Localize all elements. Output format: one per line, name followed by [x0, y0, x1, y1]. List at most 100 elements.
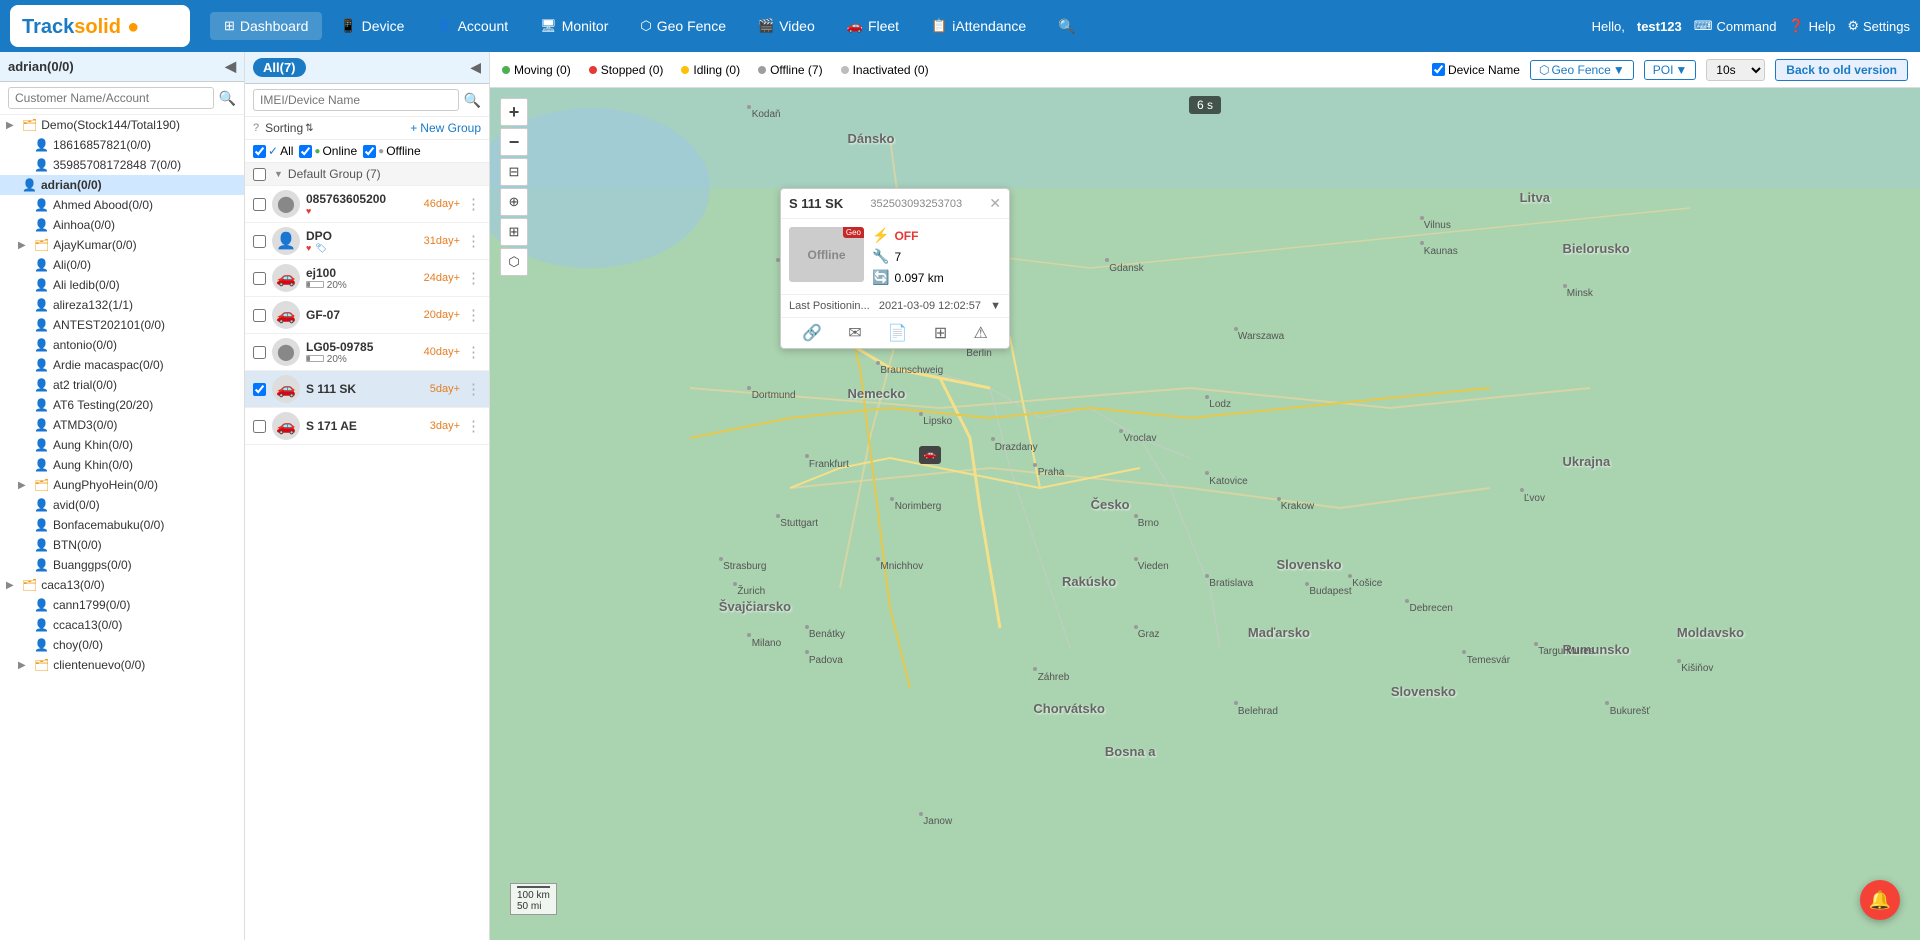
- tree-item-17[interactable]: 👤Aung Khin(0/0): [0, 455, 244, 475]
- left-panel-collapse-btn[interactable]: ◀: [225, 58, 236, 75]
- popup-grid-btn[interactable]: ⊞: [934, 323, 947, 343]
- tree-item-20[interactable]: 👤Bonfacemabuku(0/0): [0, 515, 244, 535]
- status-moving[interactable]: Moving (0): [502, 63, 571, 77]
- nav-iattendance[interactable]: 📋 iAttendance: [917, 12, 1040, 40]
- filter-online-checkbox[interactable]: ● Online: [299, 144, 357, 158]
- popup-close-btn[interactable]: ✕: [989, 195, 1001, 212]
- device-more-btn-dev1[interactable]: ⋮: [466, 195, 481, 213]
- tree-item-5[interactable]: 👤Ainhoa(0/0): [0, 215, 244, 235]
- group-checkbox[interactable]: [253, 168, 266, 181]
- device-more-btn-dev5[interactable]: ⋮: [466, 343, 481, 361]
- sorting-btn[interactable]: Sorting ⇅: [265, 121, 313, 135]
- settings-btn[interactable]: ⚙ Settings: [1847, 18, 1910, 34]
- nav-video[interactable]: 🎬 Video: [744, 12, 829, 40]
- filter-all-checkbox[interactable]: ✓ All: [253, 144, 293, 158]
- device-more-btn-dev4[interactable]: ⋮: [466, 306, 481, 324]
- nav-monitor[interactable]: 🖥 Monitor: [526, 12, 622, 40]
- map-vehicle-marker[interactable]: 🚗: [919, 446, 941, 464]
- device-name-toggle[interactable]: Device Name: [1432, 63, 1520, 77]
- tree-item-16[interactable]: 👤Aung Khin(0/0): [0, 435, 244, 455]
- tree-item-14[interactable]: 👤AT6 Testing(20/20): [0, 395, 244, 415]
- tree-item-27[interactable]: ▶🗂clientenuevo(0/0): [0, 655, 244, 675]
- device-checkbox-dev3[interactable]: [253, 272, 266, 285]
- device-search-btn[interactable]: 🔍: [464, 92, 481, 109]
- popup-link-btn[interactable]: 🔗: [802, 323, 822, 343]
- tree-item-13[interactable]: 👤at2 trial(0/0): [0, 375, 244, 395]
- device-checkbox-dev2[interactable]: [253, 235, 266, 248]
- popup-expand-btn[interactable]: ▼: [990, 300, 1001, 312]
- icon-info-tooltip[interactable]: ?: [253, 122, 259, 134]
- tree-item-4[interactable]: 👤Ahmed Abood(0/0): [0, 195, 244, 215]
- status-stopped[interactable]: Stopped (0): [589, 63, 664, 77]
- tree-item-7[interactable]: 👤Ali(0/0): [0, 255, 244, 275]
- command-btn[interactable]: ⌨ Command: [1694, 18, 1777, 34]
- device-row-dev1[interactable]: ⬤085763605200♥46day+⋮: [245, 186, 489, 223]
- tree-item-15[interactable]: 👤ATMD3(0/0): [0, 415, 244, 435]
- nav-search[interactable]: 🔍: [1044, 12, 1089, 41]
- device-row-dev3[interactable]: 🚗ej100 20%24day+⋮: [245, 260, 489, 297]
- nav-fleet[interactable]: 🚗 Fleet: [833, 12, 913, 40]
- nav-account[interactable]: 👤 Account: [422, 12, 522, 40]
- device-row-dev6[interactable]: 🚗S 111 SK5day+⋮: [245, 371, 489, 408]
- device-checkbox-dev7[interactable]: [253, 420, 266, 433]
- device-row-dev2[interactable]: 👤DPO♥🏷31day+⋮: [245, 223, 489, 260]
- notification-bell[interactable]: 🔔: [1860, 880, 1900, 920]
- help-btn[interactable]: ❓ Help: [1788, 18, 1835, 34]
- device-checkbox-dev1[interactable]: [253, 198, 266, 211]
- map-background[interactable]: DánskoLitvaNemeckoČeskoSlovenskoMaďarsko…: [490, 88, 1920, 940]
- middle-panel-collapse-btn[interactable]: ◀: [470, 59, 481, 76]
- tree-item-12[interactable]: 👤Ardie macaspac(0/0): [0, 355, 244, 375]
- device-checkbox-dev4[interactable]: [253, 309, 266, 322]
- device-checkbox-dev5[interactable]: [253, 346, 266, 359]
- popup-doc-btn[interactable]: 📄: [888, 323, 908, 343]
- zoom-out-btn[interactable]: −: [500, 128, 528, 156]
- tree-item-18[interactable]: ▶🗂AungPhyoHein(0/0): [0, 475, 244, 495]
- tree-item-3[interactable]: 👤adrian(0/0): [0, 175, 244, 195]
- tree-item-26[interactable]: 👤choy(0/0): [0, 635, 244, 655]
- interval-select[interactable]: 10s 30s 1min: [1706, 59, 1765, 81]
- tree-item-22[interactable]: 👤Buanggps(0/0): [0, 555, 244, 575]
- map-layers-btn[interactable]: ⊟: [500, 158, 528, 186]
- tree-item-0[interactable]: ▶🗂Demo(Stock144/Total190): [0, 115, 244, 135]
- status-offline[interactable]: Offline (7): [758, 63, 822, 77]
- tree-item-1[interactable]: 👤18616857821(0/0): [0, 135, 244, 155]
- popup-email-btn[interactable]: ✉: [848, 323, 861, 343]
- poi-btn[interactable]: POI ▼: [1644, 60, 1697, 80]
- filter-offline-checkbox[interactable]: ● Offline: [363, 144, 421, 158]
- tree-item-9[interactable]: 👤alireza132(1/1): [0, 295, 244, 315]
- nav-geofence[interactable]: ⬡ Geo Fence: [626, 12, 740, 40]
- device-more-btn-dev3[interactable]: ⋮: [466, 269, 481, 287]
- geofence-btn[interactable]: ⬡ Geo Fence ▼: [1530, 60, 1634, 80]
- filter-all-input[interactable]: [253, 145, 266, 158]
- popup-alert-btn[interactable]: ⚠: [974, 323, 988, 343]
- device-row-dev7[interactable]: 🚗S 171 AE3day+⋮: [245, 408, 489, 445]
- device-search-input[interactable]: [253, 89, 459, 111]
- tree-item-8[interactable]: 👤Ali ledib(0/0): [0, 275, 244, 295]
- device-group-header[interactable]: ▼ Default Group (7): [245, 163, 489, 186]
- tree-item-2[interactable]: 👤35985708172848 7(0/0): [0, 155, 244, 175]
- tree-item-19[interactable]: 👤avid(0/0): [0, 495, 244, 515]
- device-more-btn-dev2[interactable]: ⋮: [466, 232, 481, 250]
- tree-item-21[interactable]: 👤BTN(0/0): [0, 535, 244, 555]
- tree-item-25[interactable]: 👤ccaca13(0/0): [0, 615, 244, 635]
- status-inactivated[interactable]: Inactivated (0): [841, 63, 929, 77]
- map-stack-btn[interactable]: ⊞: [500, 218, 528, 246]
- nav-dashboard[interactable]: ⊞ Dashboard: [210, 12, 322, 40]
- logo[interactable]: Tracksolid ●: [10, 5, 190, 47]
- device-row-dev5[interactable]: ⬤LG05-09785 20%40day+⋮: [245, 334, 489, 371]
- device-more-btn-dev7[interactable]: ⋮: [466, 417, 481, 435]
- tree-item-11[interactable]: 👤antonio(0/0): [0, 335, 244, 355]
- device-more-btn-dev6[interactable]: ⋮: [466, 380, 481, 398]
- new-group-btn[interactable]: + New Group: [410, 121, 481, 135]
- filter-online-input[interactable]: [299, 145, 312, 158]
- status-idling[interactable]: Idling (0): [681, 63, 740, 77]
- back-old-version-btn[interactable]: Back to old version: [1775, 59, 1908, 81]
- account-search-btn[interactable]: 🔍: [219, 90, 236, 107]
- map-fence-btn[interactable]: ⬡: [500, 248, 528, 276]
- filter-offline-input[interactable]: [363, 145, 376, 158]
- account-search-input[interactable]: [8, 87, 214, 109]
- nav-device[interactable]: 📱 Device: [326, 12, 418, 40]
- zoom-in-btn[interactable]: +: [500, 98, 528, 126]
- device-checkbox-dev6[interactable]: [253, 383, 266, 396]
- tree-item-6[interactable]: ▶🗂AjayKumar(0/0): [0, 235, 244, 255]
